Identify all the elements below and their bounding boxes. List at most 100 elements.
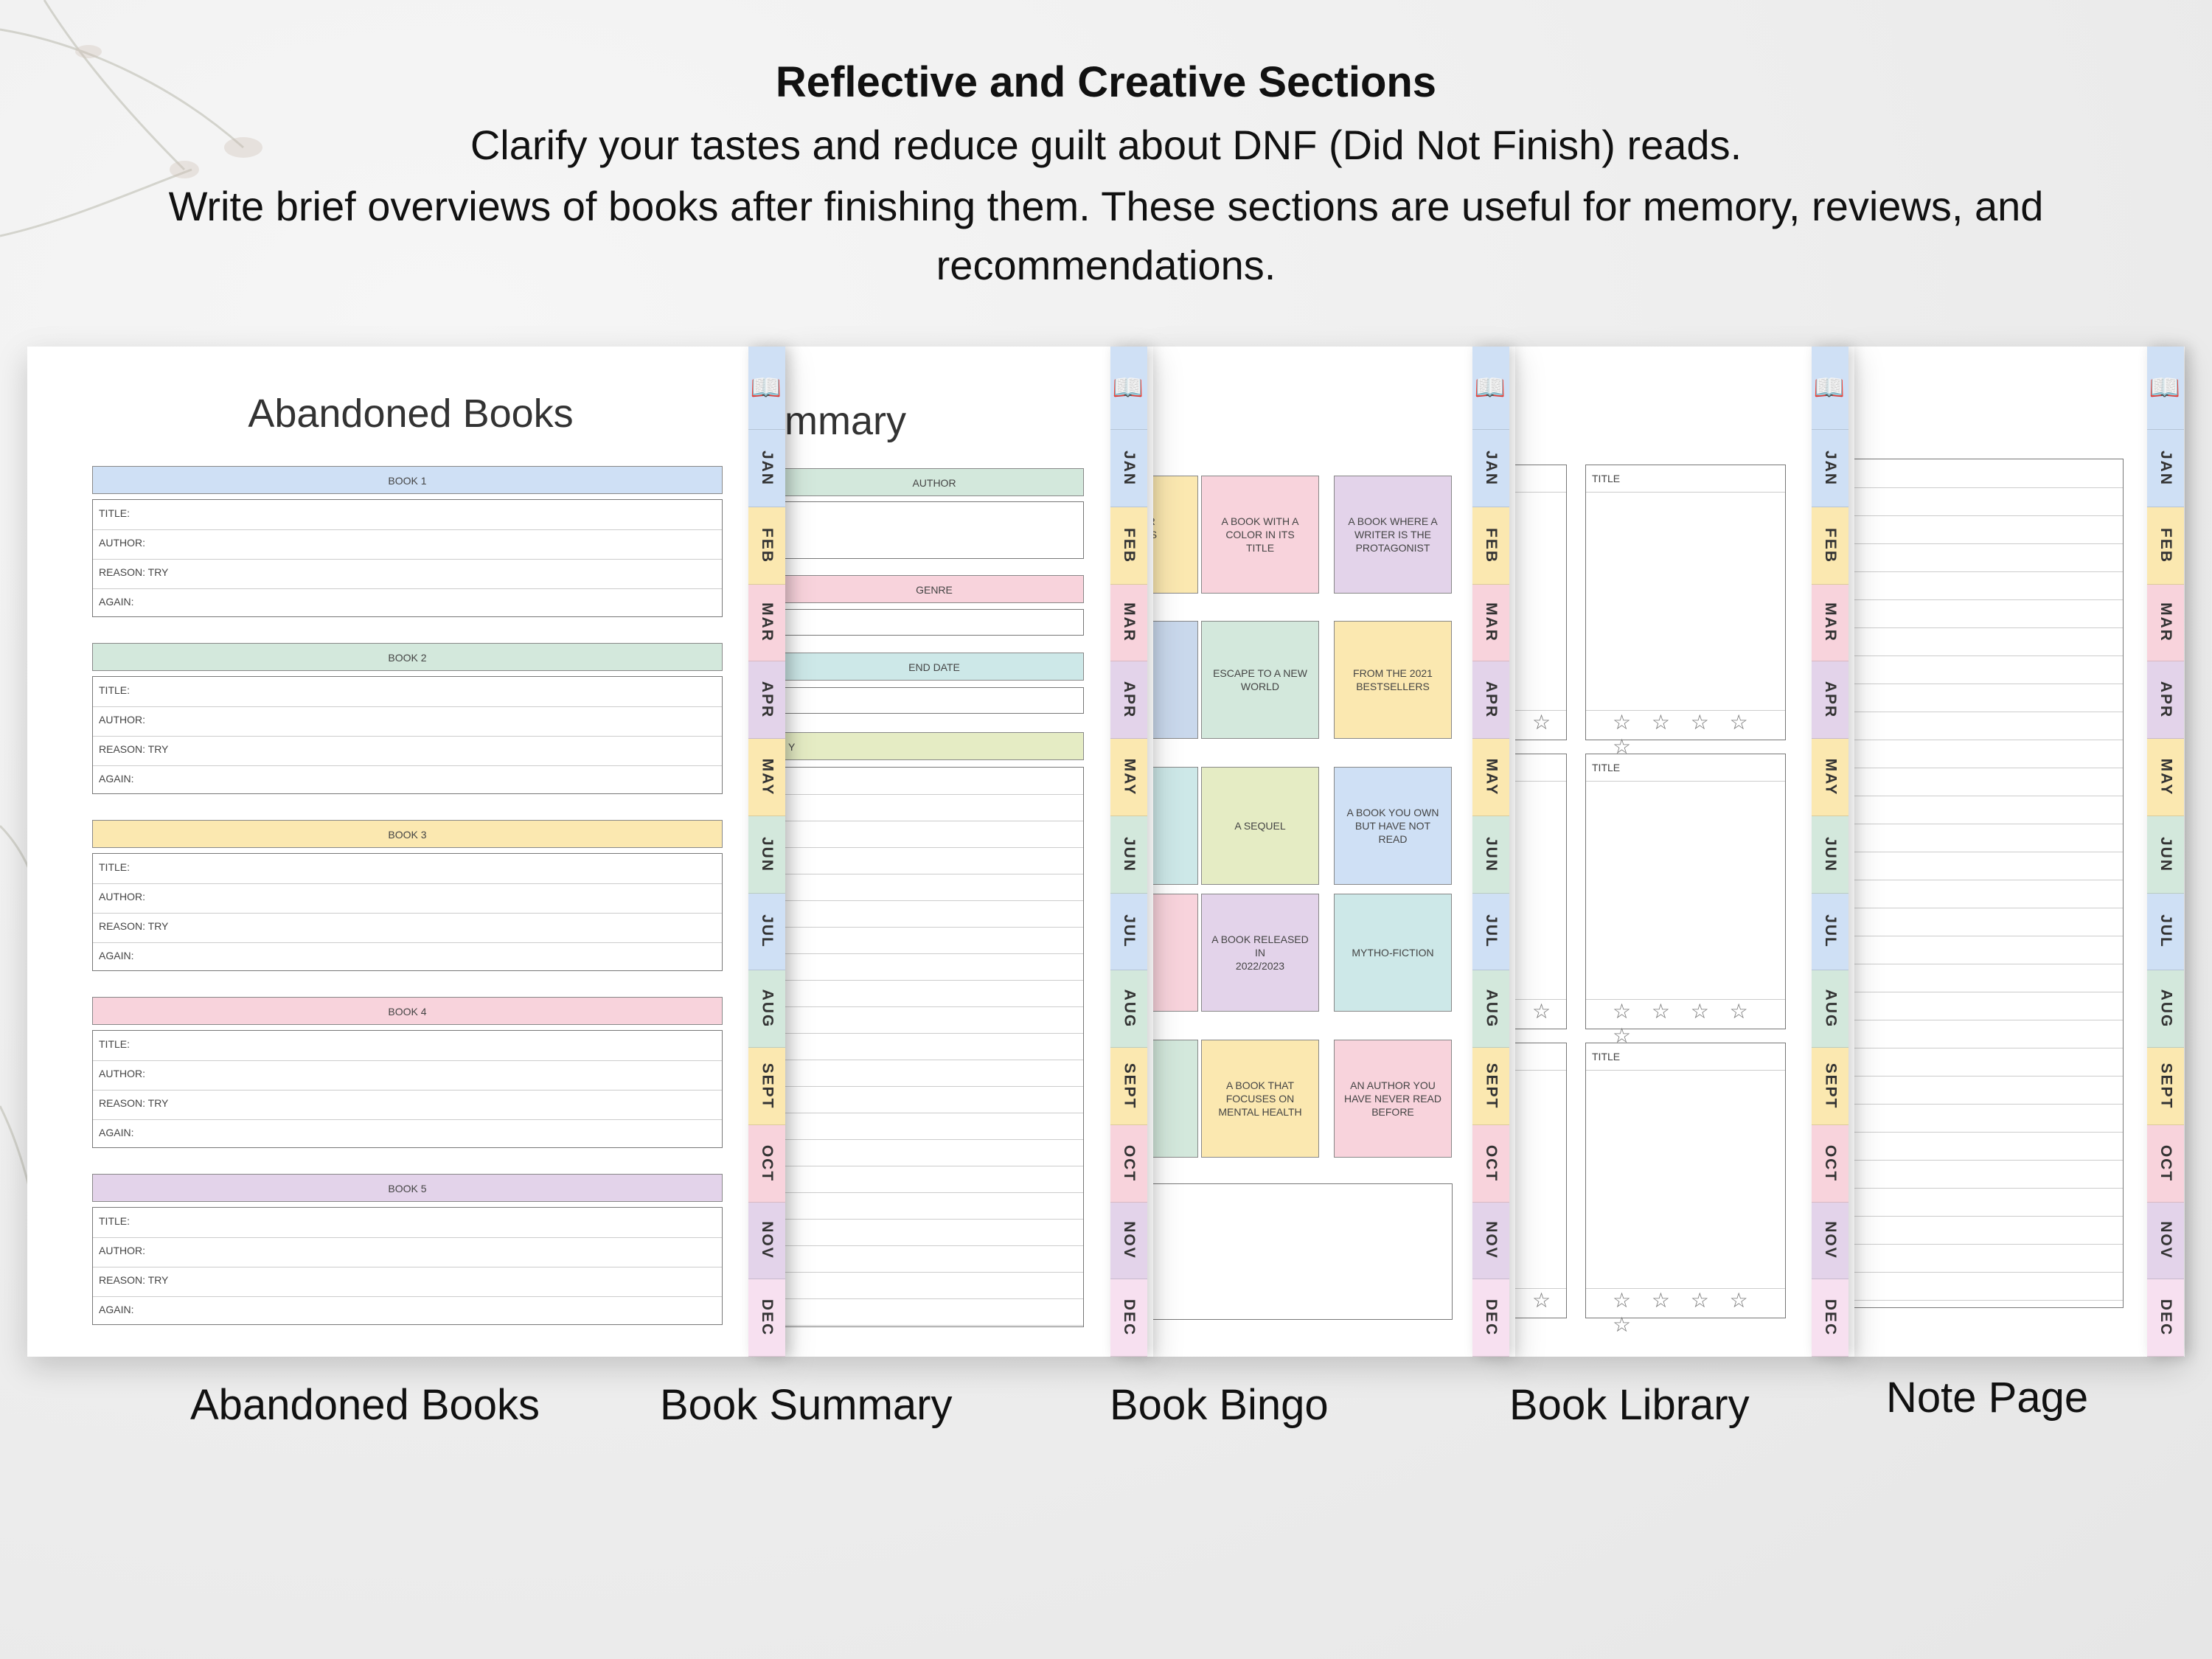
month-tab-feb[interactable]: FEB — [748, 507, 785, 585]
month-tab-jan[interactable]: JAN — [1472, 430, 1509, 507]
month-tab-apr[interactable]: APR — [1472, 661, 1509, 739]
month-tab-nov[interactable]: NOV — [748, 1202, 785, 1280]
book-tab[interactable]: 📖 — [1472, 347, 1509, 430]
library-card-partial[interactable]: ☆ — [1508, 465, 1567, 740]
month-tab-oct[interactable]: OCT — [1472, 1124, 1509, 1203]
library-card-partial[interactable]: ☆ — [1508, 754, 1567, 1029]
bingo-cell[interactable]: FROM THE 2021 BESTSELLERS — [1334, 621, 1452, 739]
month-tab-dec[interactable]: DEC — [1110, 1279, 1147, 1357]
month-tab-aug[interactable]: AUG — [748, 970, 785, 1048]
month-tab-sept[interactable]: SEPT — [1472, 1048, 1509, 1125]
rating-stars[interactable]: ☆ ☆ ☆ ☆ ☆ — [1613, 710, 1785, 759]
month-tab-aug[interactable]: AUG — [1110, 970, 1147, 1048]
book-entry-box[interactable]: TITLE: AUTHOR: REASON: TRY AGAIN: — [92, 1030, 723, 1148]
month-tab-oct[interactable]: OCT — [1110, 1124, 1147, 1203]
month-tab-jan[interactable]: JAN — [748, 430, 785, 507]
book-tab[interactable]: 📖 — [1812, 347, 1848, 430]
month-tab-jun[interactable]: JUN — [1472, 815, 1509, 894]
month-tab-dec[interactable]: DEC — [1812, 1279, 1848, 1357]
rating-stars[interactable]: ☆ ☆ ☆ ☆ ☆ — [1613, 1288, 1785, 1337]
month-tab-sept[interactable]: SEPT — [1110, 1048, 1147, 1125]
month-tab-may[interactable]: MAY — [748, 739, 785, 816]
bingo-cell[interactable]: A SEQUEL — [1201, 767, 1319, 885]
bingo-cell[interactable]: A BOOK WHERE A WRITER IS THE PROTAGONIST — [1334, 476, 1452, 594]
month-tab-may[interactable]: MAY — [1110, 739, 1147, 816]
bingo-cell[interactable]: ESCAPE TO A NEW WORLD — [1201, 621, 1319, 739]
month-tab-label: APR — [759, 681, 776, 719]
month-tab-jul[interactable]: JUL — [1110, 893, 1147, 971]
library-card-partial[interactable]: ☆ — [1508, 1043, 1567, 1318]
month-tab-sept[interactable]: SEPT — [1812, 1048, 1848, 1125]
month-tab-apr[interactable]: APR — [2147, 661, 2184, 739]
bingo-cell[interactable]: A BOOK RELEASED IN 2022/2023 — [1201, 894, 1319, 1012]
book-entry-box[interactable]: TITLE: AUTHOR: REASON: TRY AGAIN: — [92, 676, 723, 794]
month-tab-jun[interactable]: JUN — [1812, 815, 1848, 894]
month-tab-jan[interactable]: JAN — [1812, 430, 1848, 507]
bingo-cell[interactable]: A BOOK WITH A COLOR IN ITS TITLE — [1201, 476, 1319, 594]
bingo-cell[interactable]: D FOR READS S — [1147, 476, 1198, 594]
card-divider — [1586, 781, 1785, 782]
month-tab-jul[interactable]: JUL — [2147, 893, 2184, 971]
month-tab-nov[interactable]: NOV — [2147, 1202, 2184, 1280]
month-tab-feb[interactable]: FEB — [1472, 507, 1509, 585]
month-tab-may[interactable]: MAY — [1812, 739, 1848, 816]
library-card[interactable]: TITLE ☆ ☆ ☆ ☆ ☆ — [1585, 1043, 1786, 1336]
month-tab-dec[interactable]: DEC — [2147, 1279, 2184, 1357]
month-tab-may[interactable]: MAY — [2147, 739, 2184, 816]
caption-library: Book Library — [1509, 1381, 1750, 1429]
month-tab-feb[interactable]: FEB — [1110, 507, 1147, 585]
month-tab-feb[interactable]: FEB — [2147, 507, 2184, 585]
rating-star-icon[interactable]: ☆ — [1532, 999, 1558, 1023]
month-tab-jun[interactable]: JUN — [1110, 815, 1147, 894]
book-tab[interactable]: 📖 — [2147, 347, 2184, 430]
month-tab-dec[interactable]: DEC — [748, 1279, 785, 1357]
month-tab-jul[interactable]: JUL — [1472, 893, 1509, 971]
month-tab-mar[interactable]: MAR — [1472, 584, 1509, 662]
bingo-cell[interactable]: T SE — [1147, 894, 1198, 1012]
month-tab-mar[interactable]: MAR — [1812, 584, 1848, 662]
month-tab-oct[interactable]: OCT — [748, 1124, 785, 1203]
book-entry-box[interactable]: TITLE: AUTHOR: REASON: TRY AGAIN: — [92, 853, 723, 971]
month-tab-apr[interactable]: APR — [1110, 661, 1147, 739]
month-tab-nov[interactable]: NOV — [1812, 1202, 1848, 1280]
month-tab-mar[interactable]: MAR — [1110, 584, 1147, 662]
rating-star-icon[interactable]: ☆ — [1532, 1288, 1558, 1312]
library-card[interactable]: TITLE ☆ ☆ ☆ ☆ ☆ — [1585, 465, 1786, 758]
rating-stars[interactable]: ☆ ☆ ☆ ☆ ☆ — [1613, 999, 1785, 1048]
month-tab-aug[interactable]: AUG — [2147, 970, 2184, 1048]
bingo-cell[interactable]: A BOOK YOU OWN BUT HAVE NOT READ — [1334, 767, 1452, 885]
month-tab-apr[interactable]: APR — [1812, 661, 1848, 739]
month-tab-jan[interactable]: JAN — [1110, 430, 1147, 507]
bingo-cell[interactable]: AN AUTHOR YOU HAVE NEVER READ BEFORE — [1334, 1040, 1452, 1158]
month-tab-oct[interactable]: OCT — [2147, 1124, 2184, 1203]
library-card[interactable]: TITLE ☆ ☆ ☆ ☆ ☆ — [1585, 754, 1786, 1047]
rating-star-icon[interactable]: ☆ — [1532, 710, 1558, 734]
month-tab-jul[interactable]: JUL — [1812, 893, 1848, 971]
month-tab-mar[interactable]: MAR — [748, 584, 785, 662]
bingo-cell[interactable]: MYTHO-FICTION — [1334, 894, 1452, 1012]
book-entry-box[interactable]: TITLE: AUTHOR: REASON: TRY AGAIN: — [92, 499, 723, 617]
book-tab[interactable]: 📖 — [1110, 347, 1147, 430]
book-tab[interactable]: 📖 — [748, 347, 785, 430]
month-tab-sept[interactable]: SEPT — [2147, 1048, 2184, 1125]
bingo-cell[interactable]: N ON — [1147, 621, 1198, 739]
month-tab-jan[interactable]: JAN — [2147, 430, 2184, 507]
month-tab-jun[interactable]: JUN — [748, 815, 785, 894]
book-entry-box[interactable]: TITLE: AUTHOR: REASON: TRY AGAIN: — [92, 1207, 723, 1325]
month-tab-nov[interactable]: NOV — [1110, 1202, 1147, 1280]
month-tab-feb[interactable]: FEB — [1812, 507, 1848, 585]
month-tab-oct[interactable]: OCT — [1812, 1124, 1848, 1203]
month-tab-aug[interactable]: AUG — [1472, 970, 1509, 1048]
bingo-cell[interactable] — [1147, 1040, 1198, 1158]
month-tab-dec[interactable]: DEC — [1472, 1279, 1509, 1357]
month-tab-may[interactable]: MAY — [1472, 739, 1509, 816]
bingo-cell[interactable]: E — [1147, 767, 1198, 885]
month-tab-jul[interactable]: JUL — [748, 893, 785, 971]
month-tab-mar[interactable]: MAR — [2147, 584, 2184, 662]
month-tab-aug[interactable]: AUG — [1812, 970, 1848, 1048]
month-tab-jun[interactable]: JUN — [2147, 815, 2184, 894]
month-tab-apr[interactable]: APR — [748, 661, 785, 739]
bingo-cell[interactable]: A BOOK THAT FOCUSES ON MENTAL HEALTH — [1201, 1040, 1319, 1158]
month-tab-nov[interactable]: NOV — [1472, 1202, 1509, 1280]
month-tab-sept[interactable]: SEPT — [748, 1048, 785, 1125]
